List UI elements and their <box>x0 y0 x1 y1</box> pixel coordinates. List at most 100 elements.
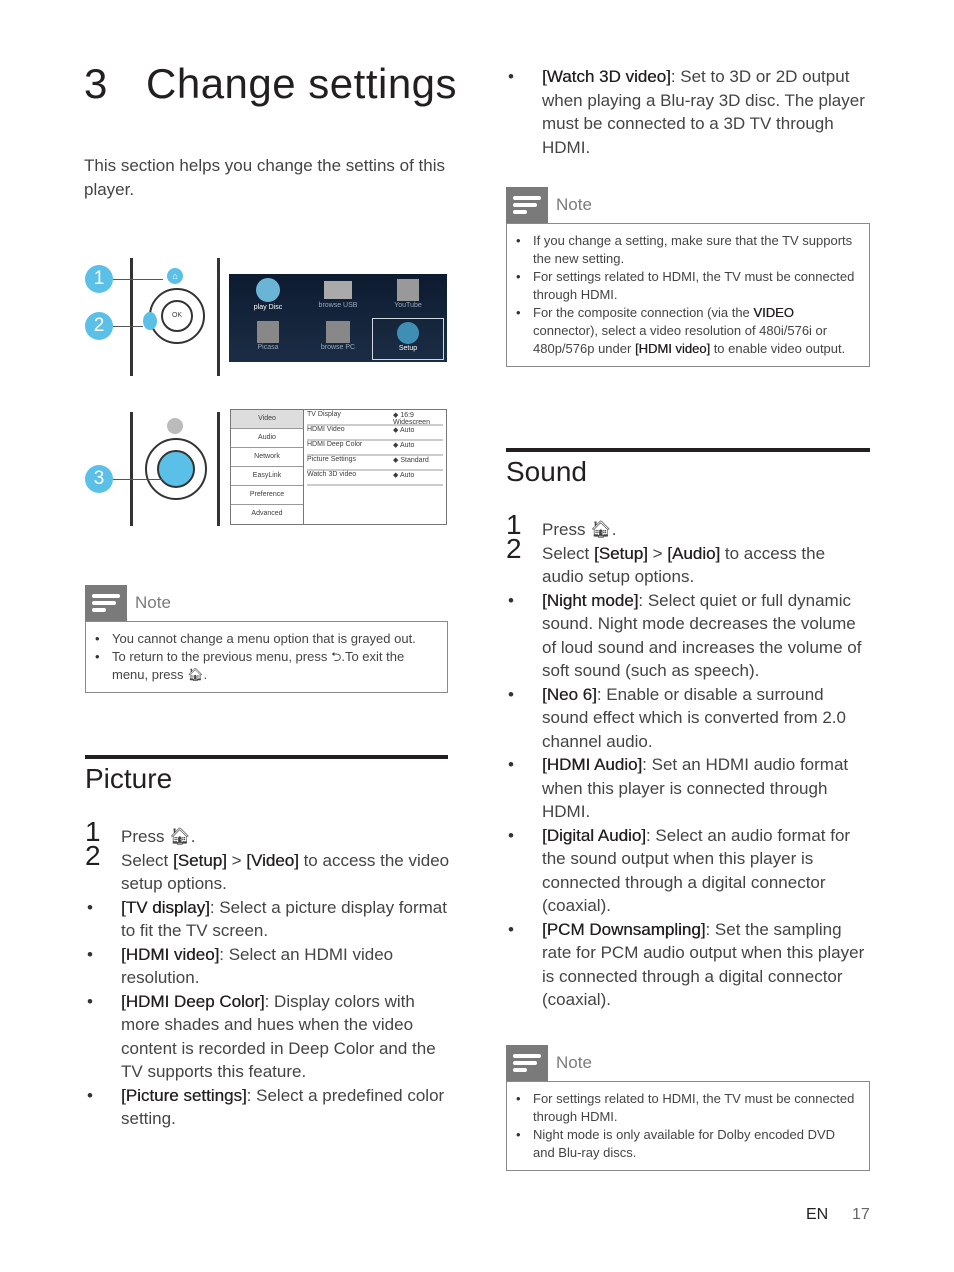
remote-control-image <box>130 412 220 526</box>
intro-text: This section helps you change the settin… <box>84 156 445 199</box>
step-text: Press 🏠︎. <box>542 520 617 539</box>
bullet-item: [HDMI Deep Color]: Display colors with m… <box>85 990 453 1084</box>
left-button-icon <box>143 312 157 330</box>
option-name: HDMI Deep Color <box>307 441 363 448</box>
option-name: Picture Settings <box>307 456 357 463</box>
callout-line <box>113 326 143 327</box>
youtube-icon <box>397 279 419 301</box>
bullet-item: [HDMI video]: Select an HDMI video resol… <box>85 943 453 990</box>
note-content: For settings related to HDMI, the TV mus… <box>506 1081 870 1171</box>
home-item-label: YouTube <box>394 302 422 309</box>
note-box: Note For settings related to HDMI, the T… <box>506 1045 870 1171</box>
step-text: Select <box>542 543 594 563</box>
remote-control-image: OK ⌂ <box>130 258 220 376</box>
bullet-item: [Watch 3D video]: Set to 3D or 2D output… <box>506 65 871 159</box>
option-term: [HDMI video] <box>121 944 220 964</box>
setup-options: TV Display ◆ 16:9 Widescreen HDMI Video ◆ … <box>307 411 443 486</box>
home-item-label: browse PC <box>320 344 356 351</box>
option-term: [Night mode] <box>542 590 639 610</box>
option-term: [Watch 3D video] <box>542 67 671 86</box>
option-row: TV Display ◆ 16:9 Widescreen <box>307 411 443 426</box>
note-content: You cannot change a menu option that is … <box>85 621 448 693</box>
note-title: Note <box>135 593 171 612</box>
note-item: For the composite connection (via the VI… <box>516 304 859 358</box>
option-value: ◆ Standard <box>393 457 429 464</box>
connector-label: VIDEO <box>753 305 794 320</box>
note-item: You cannot change a menu option that is … <box>95 630 437 648</box>
step-1: 1 Press 🏠︎. <box>506 511 871 542</box>
option-value-text: Auto <box>399 427 415 434</box>
note-title: Note <box>556 1053 592 1072</box>
note-icon <box>506 187 548 223</box>
section-divider <box>85 755 448 759</box>
note-header: Note <box>506 187 870 223</box>
note-icon <box>506 1045 548 1081</box>
option-value-text: Auto <box>399 442 415 449</box>
pc-icon <box>326 321 350 343</box>
option-term: [Digital Audio] <box>542 825 646 845</box>
chapter-title-text: Change settings <box>146 60 458 107</box>
callout-3: 3 <box>85 465 113 493</box>
section-heading-sound: Sound <box>506 456 587 487</box>
home-item-label: Setup <box>398 345 418 352</box>
option-value: ◆ Auto <box>393 427 415 434</box>
note-item: If you change a setting, make sure that … <box>516 232 859 268</box>
bullet-item: [HDMI Audio]: Set an HDMI audio format w… <box>506 753 871 824</box>
sound-steps: 1 Press 🏠︎. 2 Select [Setup] > [Audio] to … <box>506 511 871 1012</box>
note-header: Note <box>85 585 448 621</box>
home-item-label: play Disc <box>253 304 283 311</box>
option-term: [Picture settings] <box>121 1085 247 1105</box>
step-number: 2 <box>506 532 522 564</box>
home-item: play Disc <box>233 276 303 318</box>
category-easylink: EasyLink <box>231 467 303 486</box>
category-network: Network <box>231 448 303 467</box>
gear-icon <box>397 322 419 344</box>
option-value-text: Auto <box>399 472 415 479</box>
note-item: For settings related to HDMI, the TV mus… <box>516 268 859 304</box>
step-number: 2 <box>85 839 101 871</box>
chapter-title: 3 Change settings <box>84 60 457 108</box>
setup-categories: Video Audio Network EasyLink Preference … <box>231 410 304 524</box>
menu-label: [Video] <box>246 850 299 870</box>
step-2: 2 Select [Setup] > [Video] to access the … <box>85 841 453 896</box>
note-icon <box>85 585 127 621</box>
option-term: [TV display] <box>121 897 210 917</box>
callout-1: 1 <box>85 265 113 293</box>
bullet-item: [Digital Audio]: Select an audio format … <box>506 824 871 918</box>
category-preference: Preference <box>231 486 303 505</box>
watch-3d-bullet: [Watch 3D video]: Set to 3D or 2D output… <box>506 65 871 159</box>
usb-icon <box>324 281 352 299</box>
menu-label: [HDMI video] <box>634 341 711 356</box>
home-item: browse PC <box>303 318 373 360</box>
note-item: To return to the previous menu, press ⮌.… <box>95 648 437 684</box>
bullet-item: [Neo 6]: Enable or disable a surround so… <box>506 683 871 754</box>
note-box: Note If you change a setting, make sure … <box>506 187 870 367</box>
category-advanced: Advanced <box>251 510 283 517</box>
home-item: YouTube <box>373 276 443 318</box>
option-row: HDMI Video ◆ Auto <box>307 426 443 441</box>
step-text: Press 🏠︎. <box>121 827 196 846</box>
menu-label: [Audio] <box>667 543 721 563</box>
callout-2: 2 <box>85 312 113 340</box>
step-text: > <box>647 543 668 563</box>
option-row: Watch 3D video ◆ Auto <box>307 471 443 486</box>
callout-line <box>113 479 163 480</box>
disc-icon <box>256 278 280 302</box>
option-name: Watch 3D video <box>307 471 357 478</box>
note-item: For settings related to HDMI, the TV mus… <box>516 1090 859 1126</box>
option-term: [HDMI Deep Color] <box>121 991 265 1011</box>
step-1: 1 Press 🏠︎. <box>85 818 453 849</box>
menu-label: [Setup] <box>593 543 648 563</box>
step-text: > <box>226 850 247 870</box>
section-divider <box>506 448 870 452</box>
home-item: Picasa <box>233 318 303 360</box>
menu-label: [Setup] <box>172 850 227 870</box>
home-icon <box>167 418 183 434</box>
home-item-label: browse USB <box>318 302 358 309</box>
bullet-item: [TV display]: Select a picture display f… <box>85 896 453 943</box>
picture-steps: 1 Press 🏠︎. 2 Select [Setup] > [Video] to … <box>85 818 453 1131</box>
picasa-icon <box>257 321 279 343</box>
ok-button-icon: OK <box>161 300 193 332</box>
option-name: TV Display <box>307 411 341 418</box>
option-term: [PCM Downsampling] <box>542 919 706 939</box>
